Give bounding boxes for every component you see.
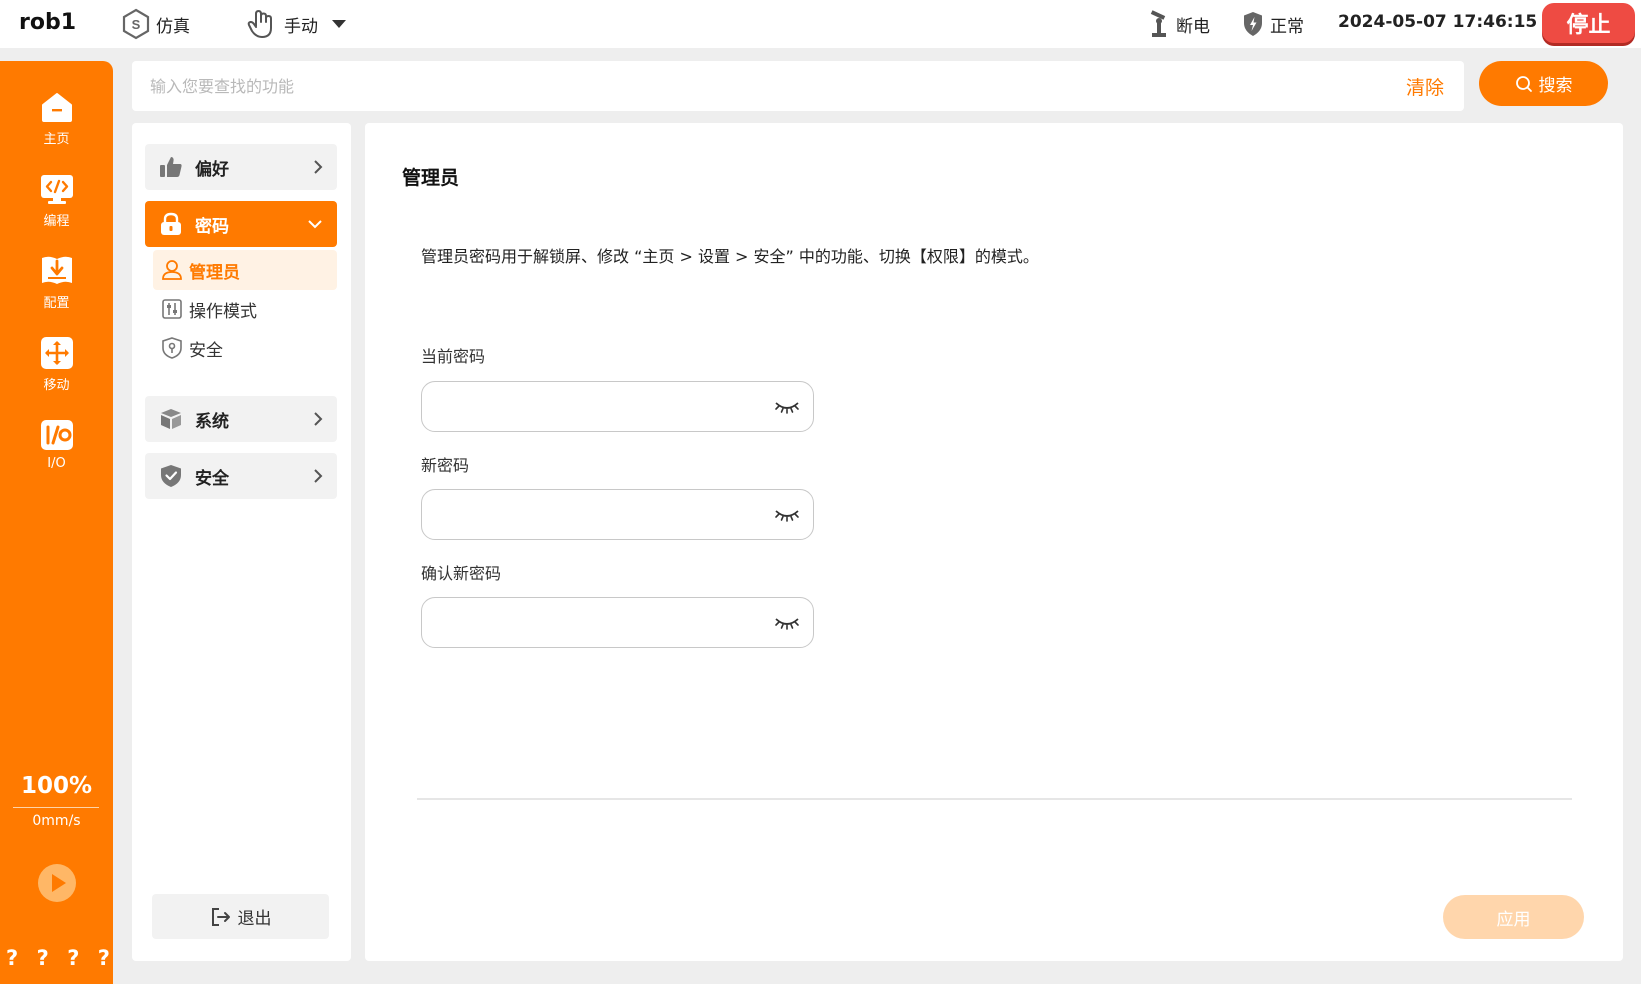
eye-closed-icon[interactable] [774,505,800,525]
nav-item-label: 主页 [43,132,70,147]
new-password-field[interactable] [421,489,814,540]
logout-icon [211,907,230,926]
shield-check-icon [161,465,181,487]
current-password-input[interactable] [438,394,758,420]
chevron-right-icon [314,469,323,483]
eye-closed-icon[interactable] [774,397,800,417]
caret-down-icon [332,20,346,28]
nav-item-config[interactable]: 配置 [0,253,113,323]
nav-item-label: 编程 [43,214,70,229]
hand-icon [247,10,272,38]
help-icon[interactable]: ? [6,946,18,970]
submenu-item-operation-mode[interactable]: 操作模式 [153,289,337,329]
page-description: 管理员密码用于解锁屏、修改 “主页 > 设置 > 安全” 中的功能、切换【权限】… [421,247,1039,266]
current-password-field[interactable] [421,381,814,432]
search-bar [132,61,1464,111]
simulation-icon: S [122,8,150,40]
stop-button[interactable]: 停止 [1542,3,1635,43]
help-shortcuts: ? ? ? ? [6,946,110,970]
system-state-label: 正常 [1270,16,1304,37]
page-title: 管理员 [402,167,460,189]
eye-closed-icon[interactable] [774,613,800,633]
chevron-down-icon [308,220,322,229]
thumbs-up-icon [160,157,182,177]
menu-group-label: 安全 [195,468,229,489]
menu-group-password[interactable]: 密码 [145,201,337,247]
confirm-password-label: 确认新密码 [421,564,502,583]
confirm-password-field[interactable] [421,597,814,648]
user-icon [162,260,182,280]
speed-percent[interactable]: 100% [0,773,113,799]
power-status: 断电 [1148,8,1210,40]
submenu-item-admin[interactable]: 管理员 [153,250,337,290]
new-password-label: 新密码 [421,456,470,475]
menu-group-label: 密码 [195,216,229,237]
submenu-item-label: 安全 [189,340,223,361]
operation-mode-label: 手动 [284,16,318,37]
home-icon [41,93,72,122]
apply-button[interactable]: 应用 [1443,895,1584,939]
nav-item-io[interactable]: I/O [0,417,113,487]
simulation-label: 仿真 [156,16,190,37]
sliders-icon [162,299,182,319]
nav-item-move[interactable]: 移动 [0,335,113,405]
submenu-item-label: 操作模式 [189,301,257,322]
chevron-right-icon [314,412,323,426]
confirm-password-input[interactable] [438,610,758,636]
menu-group-label: 系统 [195,411,229,432]
search-icon [1515,75,1532,92]
nav-item-label: I/O [47,456,66,471]
power-status-label: 断电 [1176,16,1210,37]
nav-item-home[interactable]: 主页 [0,89,113,159]
system-state: 正常 [1242,8,1304,40]
search-button-label: 搜索 [1538,76,1573,96]
menu-group-system[interactable]: 系统 [145,396,337,442]
search-input[interactable] [150,73,1330,99]
help-icon[interactable]: ? [98,946,110,970]
submenu-item-security[interactable]: 安全 [153,328,337,368]
speed-divider [13,807,99,808]
current-password-label: 当前密码 [421,347,486,366]
content-divider [417,798,1572,800]
clear-button[interactable]: 清除 [1406,73,1444,100]
shield-bolt-icon [1244,12,1262,36]
logout-label: 退出 [237,909,272,929]
robot-name: rob1 [19,10,77,35]
help-icon[interactable]: ? [67,946,79,970]
top-bar: rob1 S 仿真 手动 断电 正常 2024-05-07 17:46:15 停… [0,0,1641,48]
nav-item-label: 移动 [43,378,70,393]
operation-mode-dropdown[interactable]: 手动 [246,8,354,40]
simulation-indicator[interactable]: S 仿真 [122,8,190,40]
config-icon [41,256,72,284]
submenu-item-label: 管理员 [189,262,240,283]
menu-group-preference[interactable]: 偏好 [145,144,337,190]
admin-password-panel: 管理员 管理员密码用于解锁屏、修改 “主页 > 设置 > 安全” 中的功能、切换… [365,123,1623,961]
move-icon [40,337,73,369]
menu-group-label: 偏好 [195,159,229,180]
speed-value: 0mm/s [32,813,81,829]
io-icon [40,420,73,450]
chevron-right-icon [314,160,323,174]
datetime: 2024-05-07 17:46:15 [1338,12,1538,32]
new-password-input[interactable] [438,502,758,528]
play-icon[interactable] [37,863,77,903]
search-button[interactable]: 搜索 [1479,61,1608,106]
shield-key-icon [162,337,182,359]
code-icon [40,175,73,204]
svg-text:S: S [132,17,141,32]
nav-item-programming[interactable]: 编程 [0,171,113,241]
left-navigation: 主页 编程 配置 移动 I/O 100% 0mm/s ? ? ? ? [0,61,113,984]
logout-button[interactable]: 退出 [152,894,329,939]
settings-menu: 偏好 密码 管理员 操作模式 安全 系统 安全 退出 [132,123,351,961]
lock-icon [161,212,181,235]
help-icon[interactable]: ? [37,946,49,970]
robot-arm-icon [1150,10,1166,37]
menu-group-security[interactable]: 安全 [145,453,337,499]
nav-item-label: 配置 [43,296,70,311]
cube-icon [161,409,181,429]
